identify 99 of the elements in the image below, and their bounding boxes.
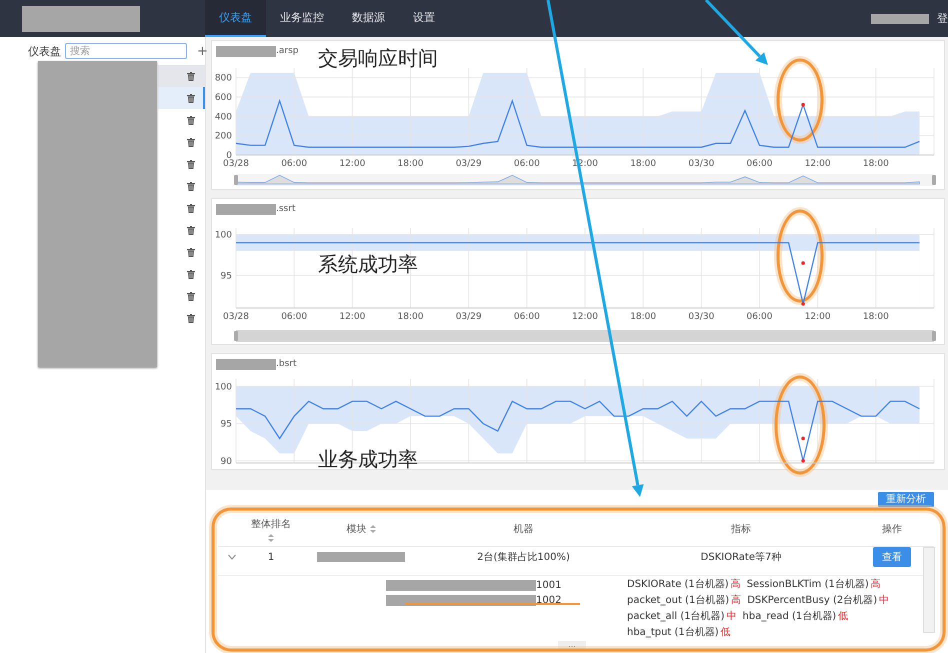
sidebar-item[interactable]	[158, 65, 205, 87]
table-cell-text: DSKIORate等7种	[700, 550, 782, 564]
severity-label: 高	[870, 578, 881, 591]
nav-tab[interactable]: 数据源	[338, 0, 399, 37]
axis-label: 800	[214, 74, 232, 84]
indicator-name: packet_all (1台机器)	[627, 610, 725, 623]
axis-label: 03/29	[456, 159, 482, 169]
trash-icon[interactable]	[187, 226, 195, 234]
axis-label: 18:00	[398, 312, 424, 322]
severity-label: 中	[879, 594, 890, 607]
axis-label: 200	[214, 132, 232, 142]
axis-label: 03/28	[223, 312, 249, 322]
redaction-block	[216, 46, 276, 56]
axis-label: 03/28	[223, 159, 249, 169]
axis-label: 03/30	[688, 159, 714, 169]
axis-label: 100	[214, 230, 232, 241]
anomaly-point	[801, 458, 805, 463]
add-button[interactable]: +	[195, 44, 210, 58]
sidebar-title: 仪表盘	[28, 44, 61, 58]
axis-label: 18:00	[862, 159, 889, 169]
range-slider[interactable]	[234, 174, 936, 186]
redaction-block	[216, 204, 276, 214]
trash-icon[interactable]	[187, 314, 195, 322]
nav-tab[interactable]: 设置	[399, 0, 449, 37]
axis-label: 06:00	[514, 312, 540, 322]
machine-name: 1002	[536, 595, 562, 606]
axis-label: 12:00	[804, 312, 831, 322]
indicator-name: SessionBLKTim (1台机器)	[746, 578, 869, 591]
search-field[interactable]: 搜索	[65, 43, 187, 59]
annotation-arrow	[704, 0, 768, 65]
indicator-name: hba_read (1台机器)	[742, 610, 836, 623]
axis-label: 12:00	[339, 159, 366, 169]
sidebar-item[interactable]	[158, 87, 205, 109]
severity-label: 高	[730, 578, 741, 591]
indicator-name: hba_tput (1台机器)	[627, 626, 719, 639]
axis-label: 18:00	[630, 159, 656, 169]
axis-label: 03/30	[688, 312, 714, 322]
indicator-name: DSKIORate (1台机器)	[627, 578, 729, 591]
rank-cell-text: 1	[266, 552, 276, 562]
scrollbar[interactable]	[923, 547, 935, 633]
axis-label: 12:00	[339, 312, 366, 322]
axis-label: 06:00	[514, 159, 540, 169]
axis-label: 100	[214, 382, 232, 392]
redaction-block	[216, 358, 276, 370]
trash-icon[interactable]	[187, 116, 195, 124]
trash-icon[interactable]	[187, 94, 195, 102]
expand-caret-icon[interactable]	[228, 554, 236, 560]
axis-label: 18:00	[862, 312, 889, 322]
trash-icon[interactable]	[187, 248, 195, 256]
chart-caption: 交易响应时间	[318, 45, 438, 72]
column-header: 操作	[882, 523, 902, 536]
axis-label: 90	[220, 456, 232, 467]
anomaly-point	[801, 102, 805, 107]
range-slider[interactable]	[234, 330, 936, 342]
trash-icon[interactable]	[187, 182, 195, 190]
axis-label: 400	[214, 112, 232, 122]
column-header[interactable]: 整体排名	[251, 516, 291, 542]
indicator-name: DSKPercentBusy (2台机器)	[747, 594, 878, 607]
trash-icon[interactable]	[187, 270, 195, 278]
severity-label: 高	[731, 594, 742, 607]
axis-label: 95	[220, 420, 232, 430]
anomaly-point	[801, 436, 805, 440]
chart-title: .arsp	[276, 46, 298, 56]
anomaly-point	[801, 261, 805, 265]
chart-title: .bsrt	[276, 359, 296, 369]
axis-label: 18:00	[630, 312, 656, 322]
indicator-name: packet_out (1台机器)	[627, 594, 730, 607]
chart-title: .ssrt	[276, 204, 296, 214]
axis-label: 06:00	[746, 159, 772, 169]
column-header: 机器	[514, 522, 534, 536]
axis-label: 12:00	[572, 312, 598, 322]
nav-tab[interactable]: 仪表盘	[205, 0, 266, 37]
axis-label: 12:00	[804, 159, 831, 169]
axis-label: 95	[220, 271, 232, 282]
axis-label: 0	[226, 151, 232, 161]
chart-caption: 系统成功率	[318, 251, 418, 278]
trash-icon[interactable]	[187, 292, 195, 300]
severity-label: 低	[838, 610, 848, 623]
redaction-block	[871, 14, 929, 24]
column-header: 指标	[731, 522, 751, 536]
machine-name: 1001	[536, 580, 562, 591]
axis-label: 06:00	[281, 312, 308, 322]
trash-icon[interactable]	[187, 160, 195, 168]
column-header[interactable]: 模块	[346, 522, 376, 536]
anomaly-point	[801, 302, 805, 306]
trash-icon[interactable]	[187, 138, 195, 146]
table-cell-text: 2台(集群占比100%)	[476, 550, 571, 564]
trash-icon[interactable]	[187, 204, 195, 212]
axis-label: 03/29	[456, 312, 482, 322]
axis-label: 06:00	[746, 312, 772, 322]
severity-label: 低	[720, 626, 731, 639]
severity-label: 中	[726, 610, 737, 623]
logout-link[interactable]: 登	[937, 11, 948, 26]
axis-label: 06:00	[281, 159, 308, 169]
nav-tab[interactable]: 业务监控	[266, 0, 338, 37]
chart-caption: 业务成功率	[318, 446, 418, 473]
axis-label: 18:00	[398, 159, 424, 169]
axis-label: 600	[214, 93, 232, 103]
trash-icon[interactable]	[187, 72, 195, 80]
